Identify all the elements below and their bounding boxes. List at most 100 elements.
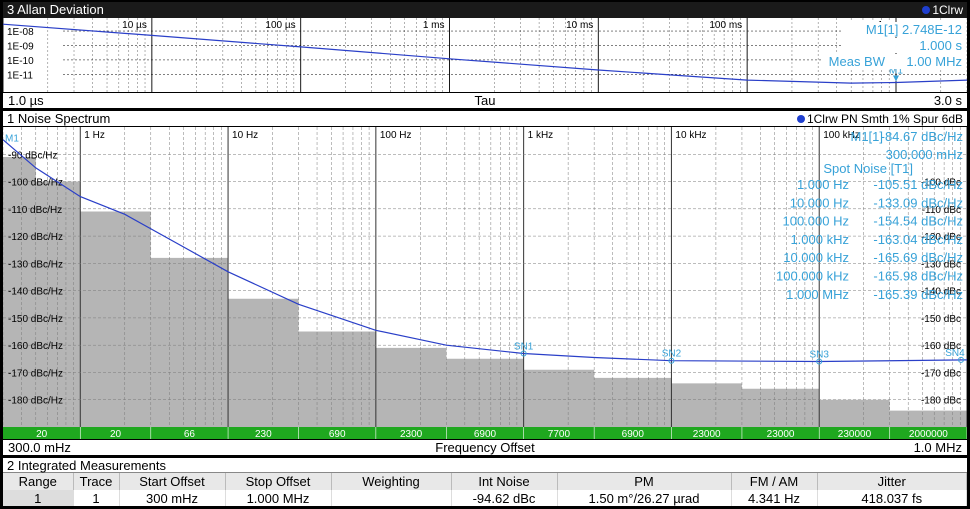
cell-jitter: 418.037 fs bbox=[817, 490, 967, 506]
band-label: 690 bbox=[329, 429, 346, 439]
noise-y-tick-label-left: -170 dBc/Hz bbox=[8, 368, 63, 379]
noise-y-tick-label-left: -160 dBc/Hz bbox=[8, 341, 63, 352]
noise-title: 1 Noise Spectrum bbox=[7, 111, 111, 126]
spot-noise-freq: 100.000 kHz bbox=[776, 269, 849, 284]
cell-pm: 1.50 m°/26.27 µrad bbox=[557, 490, 732, 506]
noise-y-tick-label-left: -90 dBc/Hz bbox=[8, 150, 57, 161]
spot-noise-freq: 10.000 kHz bbox=[783, 250, 849, 265]
noise-x-tick-label: 1 Hz bbox=[84, 130, 105, 141]
allan-meas-bw-value: 1.00 MHz bbox=[906, 54, 962, 69]
allan-x-tick-label: 10 µs bbox=[122, 20, 147, 31]
noise-marker-readout-value: -84.67 dBc/Hz bbox=[881, 129, 963, 144]
col-int-noise: Int Noise bbox=[451, 473, 558, 490]
allan-marker-readout: 1.000 s bbox=[919, 38, 962, 53]
integrated-header-row: Range Trace Start Offset Stop Offset Wei… bbox=[3, 473, 967, 490]
spot-noise-value: -165.69 dBc/Hz bbox=[873, 250, 963, 265]
noise-marker-readout-name: M1[1] bbox=[850, 129, 883, 144]
allan-xaxis-bar: 1.0 µs Tau 3.0 s bbox=[3, 92, 967, 108]
col-jitter: Jitter bbox=[817, 473, 967, 490]
noise-y-tick-label-right: -170 dBc bbox=[921, 368, 961, 379]
spot-noise-freq: 10.000 Hz bbox=[790, 195, 849, 210]
cell-stop-offset: 1.000 MHz bbox=[225, 490, 332, 506]
allan-x-tick-label: 1 ms bbox=[423, 20, 445, 31]
spot-marker-label: SN3 bbox=[809, 349, 829, 360]
noise-y-tick-label-right: -180 dBc bbox=[921, 396, 961, 407]
col-trace: Trace bbox=[73, 473, 120, 490]
spot-noise-value: -133.09 dBc/Hz bbox=[873, 195, 963, 210]
allan-trace-label: 1Clrw bbox=[922, 2, 963, 18]
allan-meas-bw-label: Meas BW bbox=[829, 54, 886, 69]
band-label: 230 bbox=[255, 429, 272, 439]
col-pm: PM bbox=[557, 473, 732, 490]
integrated-title: 2 Integrated Measurements bbox=[3, 458, 967, 473]
spot-noise-value: -165.39 dBc/Hz bbox=[873, 287, 963, 302]
allan-y-tick-label: 1E-10 bbox=[7, 56, 34, 67]
noise-x-tick-label: 10 Hz bbox=[232, 130, 258, 141]
spot-noise-value: -165.98 dBc/Hz bbox=[873, 269, 963, 284]
allan-x-stop: 3.0 s bbox=[933, 93, 962, 108]
noise-y-tick-label-left: -180 dBc/Hz bbox=[8, 396, 63, 407]
allan-marker-readout: M1[1] 2.748E-12 bbox=[866, 22, 962, 37]
col-range: Range bbox=[3, 473, 74, 490]
band-label: 6900 bbox=[622, 429, 645, 439]
integrated-panel: 2 Integrated Measurements Range Trace St… bbox=[3, 458, 967, 506]
allan-titlebar: 3 Allan Deviation 1Clrw bbox=[3, 2, 967, 18]
col-weighting: Weighting bbox=[331, 473, 452, 490]
spot-noise-title: Spot Noise [T1] bbox=[823, 161, 913, 176]
noise-trace-label: 1Clrw PN Smth 1% Spur 6dB bbox=[796, 111, 963, 127]
noise-y-tick-label-left: -150 dBc/Hz bbox=[8, 314, 63, 325]
spot-marker-label: SN2 bbox=[662, 349, 682, 360]
allan-panel: 3 Allan Deviation 1Clrw 1E-08 1E-09 1E-10 1… bbox=[3, 2, 967, 108]
noise-y-tick-label-left: -140 dBc/Hz bbox=[8, 287, 63, 298]
noise-y-tick-label-left: -130 dBc/Hz bbox=[8, 259, 63, 270]
cell-range[interactable]: 1 bbox=[3, 490, 74, 506]
spot-noise-value: -163.04 dBc/Hz bbox=[873, 232, 963, 247]
band-label: 7700 bbox=[548, 429, 571, 439]
col-start-offset: Start Offset bbox=[119, 473, 226, 490]
band-label: 23000 bbox=[693, 429, 721, 439]
noise-x-tick-label: 1 kHz bbox=[528, 130, 554, 141]
spot-noise-freq: 1.000 MHz bbox=[786, 287, 849, 302]
cell-int-noise: -94.62 dBc bbox=[451, 490, 558, 506]
spot-noise-freq: 100.000 Hz bbox=[783, 214, 850, 229]
trace-dot-icon bbox=[796, 115, 805, 123]
allan-x-tick-label: 10 ms bbox=[566, 20, 593, 31]
spot-noise-value: -154.54 dBc/Hz bbox=[873, 214, 963, 229]
cell-fm-am: 4.341 Hz bbox=[731, 490, 818, 506]
noise-x-tick-label: 100 Hz bbox=[380, 130, 412, 141]
spot-noise-freq: 1.000 Hz bbox=[797, 177, 849, 192]
band-label: 2300 bbox=[400, 429, 423, 439]
band-label: 6900 bbox=[474, 429, 497, 439]
spot-noise-freq: 1.000 kHz bbox=[790, 232, 849, 247]
noise-panel: 1 Noise Spectrum 1Clrw PN Smth 1% Spur 6… bbox=[3, 111, 967, 455]
band-label: 20 bbox=[36, 429, 48, 439]
allan-x-label: Tau bbox=[474, 93, 496, 108]
noise-y-tick-label-left: -110 dBc/Hz bbox=[8, 205, 62, 216]
noise-y-tick-label-left: -100 dBc/Hz bbox=[8, 178, 63, 189]
trace-dot-icon bbox=[922, 6, 931, 14]
noise-xaxis-bar: 300.0 mHz Frequency Offset 1.0 MHz bbox=[3, 439, 967, 455]
spot-marker-label: SN1 bbox=[514, 341, 534, 352]
noise-plot: -90 dBc/Hz -100 dBc/Hz -110 dBc/Hz -120 dBc… bbox=[3, 127, 967, 439]
noise-y-tick-label-right: -150 dBc bbox=[921, 314, 961, 325]
allan-y-tick-label: 1E-11 bbox=[7, 70, 33, 81]
noise-x-stop: 1.0 MHz bbox=[913, 440, 962, 455]
allan-x-tick-label: 100 ms bbox=[709, 20, 742, 31]
allan-y-tick-label: 1E-08 bbox=[7, 27, 34, 38]
col-fm-am: FM / AM bbox=[731, 473, 818, 490]
band-label: 66 bbox=[184, 429, 196, 439]
spot-marker-label: SN4 bbox=[945, 348, 965, 359]
spot-noise-value: -105.51 dBc/Hz bbox=[873, 177, 963, 192]
band-label: 20 bbox=[110, 429, 122, 439]
col-stop-offset: Stop Offset bbox=[225, 473, 332, 490]
noise-titlebar: 1 Noise Spectrum 1Clrw PN Smth 1% Spur 6… bbox=[3, 111, 967, 127]
noise-x-label: Frequency Offset bbox=[435, 440, 535, 455]
allan-plot: 1E-08 1E-09 1E-10 1E-11 10 µs 100 µs 1 ms 10 ms… bbox=[3, 18, 967, 92]
allan-x-tick-label: 100 µs bbox=[265, 20, 295, 31]
noise-marker-readout-freq: 300.000 mHz bbox=[886, 147, 963, 162]
integrated-table: Range Trace Start Offset Stop Offset Wei… bbox=[3, 473, 967, 506]
cell-trace: 1 bbox=[73, 490, 120, 506]
table-row[interactable]: 1 1 300 mHz 1.000 MHz -94.62 dBc 1.50 m°… bbox=[3, 490, 967, 506]
allan-y-tick-label: 1E-09 bbox=[7, 41, 34, 52]
band-label: 2000000 bbox=[909, 429, 948, 439]
